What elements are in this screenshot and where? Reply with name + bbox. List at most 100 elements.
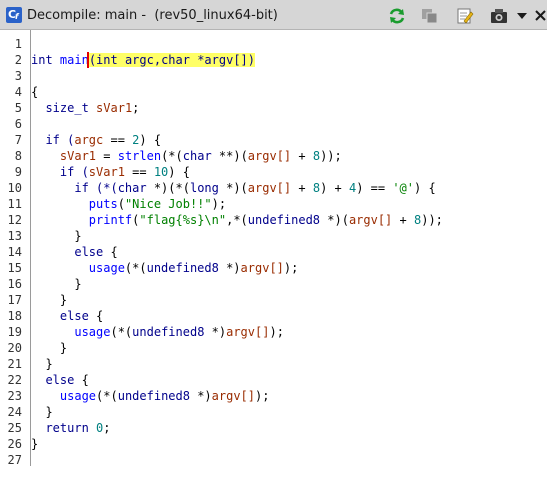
code-line[interactable]: 20 } [0, 340, 547, 356]
code-line[interactable]: 15 usage(*(undefined8 *)argv[]); [0, 260, 547, 276]
code-token[interactable]: printf [89, 213, 132, 227]
code-line[interactable]: 17 } [0, 292, 547, 308]
code-token[interactable]: + [291, 181, 313, 195]
code-token[interactable]: { [31, 85, 38, 99]
code-token[interactable]: ) { [139, 133, 161, 147]
menu-dropdown-button[interactable] [516, 7, 528, 23]
code-line[interactable]: 8 sVar1 = strlen(*(char **)(argv[] + 8))… [0, 148, 547, 164]
code-token[interactable]: *)( [320, 213, 349, 227]
code-token[interactable]: ); [212, 197, 226, 211]
code-token[interactable]: else [31, 309, 89, 323]
code-token[interactable]: = [96, 149, 118, 163]
code-token[interactable]: puts [89, 197, 118, 211]
code-token[interactable]: } [31, 341, 67, 355]
code-token[interactable]: int [31, 53, 53, 67]
code-token[interactable]: "flag{%s}\n" [139, 213, 226, 227]
code-token[interactable]: { [89, 309, 103, 323]
code-text[interactable]: else { [31, 244, 117, 260]
code-text[interactable]: usage(*(undefined8 *)argv[]); [31, 260, 299, 276]
code-token[interactable] [31, 197, 89, 211]
code-token[interactable]: } [31, 229, 81, 243]
code-line[interactable]: 9 if (sVar1 == 10) { [0, 164, 547, 180]
code-text[interactable]: } [31, 404, 52, 420]
code-text[interactable]: if (argc == 2) { [31, 132, 161, 148]
edit-button[interactable] [456, 7, 474, 24]
code-text[interactable]: } [31, 356, 52, 372]
code-line[interactable]: 3 [0, 68, 547, 84]
code-token[interactable]: == [125, 165, 154, 179]
code-text[interactable]: } [31, 228, 81, 244]
code-text[interactable]: usage(*(undefined8 *)argv[]); [31, 388, 270, 404]
code-token[interactable] [31, 101, 45, 115]
code-token[interactable]: == [103, 133, 132, 147]
code-line[interactable]: 25 return 0; [0, 420, 547, 436]
code-token[interactable]: argv[] [248, 181, 291, 195]
copy-button[interactable] [421, 7, 439, 24]
code-text[interactable]: printf("flag{%s}\n",*(undefined8 *)(argv… [31, 212, 443, 228]
code-token[interactable]: ) { [168, 165, 190, 179]
code-token[interactable]: usage [74, 325, 110, 339]
code-token[interactable]: + [291, 149, 313, 163]
code-token[interactable]: argv[] [226, 325, 269, 339]
code-text[interactable]: sVar1 = strlen(*(char **)(argv[] + 8)); [31, 148, 342, 164]
code-token[interactable]: ; [103, 421, 110, 435]
code-token[interactable]: if (*( [31, 181, 117, 195]
code-token[interactable]: *) [190, 389, 211, 403]
code-token[interactable]: ( [118, 197, 125, 211]
code-token[interactable]: (int argc,char *argv[]) [88, 53, 255, 67]
code-token[interactable]: )); [320, 149, 342, 163]
code-token[interactable]: )); [421, 213, 443, 227]
code-token[interactable]: } [31, 293, 67, 307]
code-token[interactable] [31, 389, 60, 403]
code-text[interactable]: puts("Nice Job!!"); [31, 196, 226, 212]
code-line[interactable]: 26} [0, 436, 547, 452]
code-line[interactable]: 16 } [0, 276, 547, 292]
code-token[interactable]: undefined8 [248, 213, 320, 227]
code-token[interactable]: ); [284, 261, 298, 275]
code-token[interactable]: (*( [161, 149, 183, 163]
code-text[interactable]: usage(*(undefined8 *)argv[]); [31, 324, 284, 340]
code-line[interactable]: 1 [0, 36, 547, 52]
code-text[interactable]: if (*(char *)(*(long *)(argv[] + 8) + 4)… [31, 180, 435, 196]
code-token[interactable]: if ( [31, 133, 74, 147]
code-token[interactable]: usage [60, 389, 96, 403]
code-token[interactable]: strlen [118, 149, 161, 163]
code-line[interactable]: 11 puts("Nice Job!!"); [0, 196, 547, 212]
code-token[interactable]: } [31, 277, 81, 291]
code-token[interactable]: *)(*( [147, 181, 190, 195]
code-text[interactable]: size_t sVar1; [31, 100, 139, 116]
refresh-button[interactable] [388, 7, 406, 24]
code-token[interactable]: if ( [31, 165, 89, 179]
code-token[interactable]: else [31, 245, 103, 259]
code-token[interactable]: ) + [320, 181, 349, 195]
code-token[interactable]: } [31, 357, 52, 371]
code-line[interactable]: 14 else { [0, 244, 547, 260]
code-token[interactable]: ; [132, 101, 139, 115]
code-token[interactable]: char [118, 181, 147, 195]
code-text[interactable]: } [31, 436, 38, 452]
code-token[interactable]: { [74, 373, 89, 387]
code-text[interactable]: } [31, 340, 67, 356]
decompiler-code-view[interactable]: 1 2 int main(int argc,char *argv[]) 3 4{5 si… [0, 30, 547, 490]
code-text[interactable]: return 0; [31, 420, 110, 436]
code-token[interactable]: ); [255, 389, 269, 403]
code-token[interactable]: char [183, 149, 212, 163]
code-line[interactable]: 21 } [0, 356, 547, 372]
code-token[interactable] [89, 101, 96, 115]
code-line[interactable]: 19 usage(*(undefined8 *)argv[]); [0, 324, 547, 340]
code-line[interactable]: 24 } [0, 404, 547, 420]
code-line[interactable]: 22 else { [0, 372, 547, 388]
code-token[interactable]: ,*( [226, 213, 248, 227]
code-token[interactable]: sVar1 [89, 165, 125, 179]
code-text[interactable]: else { [31, 308, 103, 324]
code-text[interactable]: } [31, 292, 67, 308]
code-token[interactable]: 10 [154, 165, 168, 179]
code-line[interactable]: 27 [0, 452, 547, 468]
code-token[interactable]: ) == [356, 181, 392, 195]
code-token[interactable]: usage [89, 261, 125, 275]
code-token[interactable]: argv[] [349, 213, 392, 227]
code-line[interactable]: 23 usage(*(undefined8 *)argv[]); [0, 388, 547, 404]
code-token[interactable]: } [31, 405, 52, 419]
code-token[interactable]: + [392, 213, 414, 227]
code-token[interactable]: } [31, 437, 38, 451]
